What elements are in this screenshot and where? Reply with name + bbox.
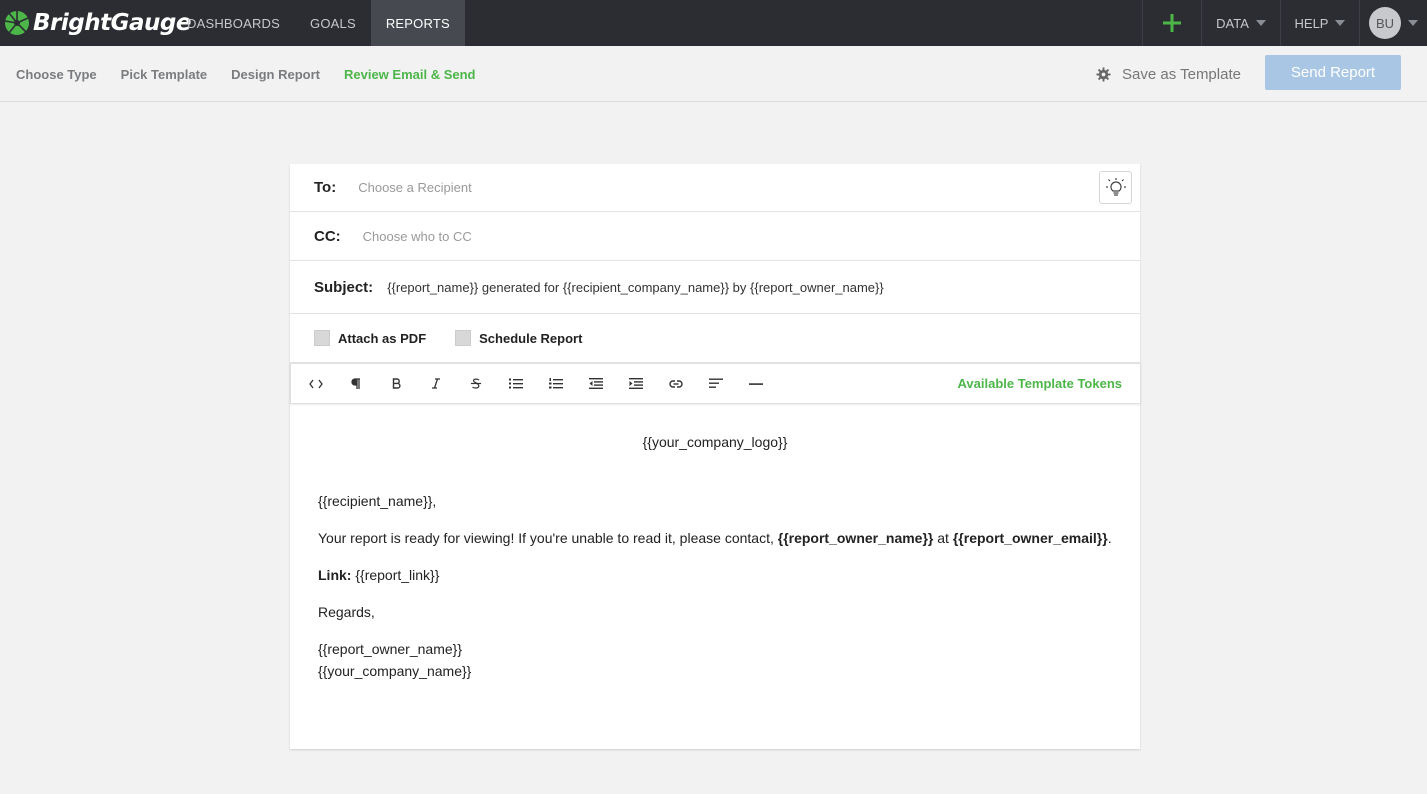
gauge-logo-icon <box>4 11 29 35</box>
gear-icon <box>1096 66 1111 82</box>
cc-label: CC: <box>314 227 341 245</box>
data-menu-label: DATA <box>1216 15 1249 31</box>
brand-name: BrightGauge <box>33 10 191 36</box>
to-row: To: Choose a Recipient <box>290 164 1140 212</box>
regards-line: Regards, <box>318 604 375 620</box>
save-as-template-label: Save as Template <box>1122 65 1241 83</box>
bold-icon <box>392 378 401 389</box>
strikethrough-icon <box>471 378 481 389</box>
signature-owner-name: {{report_owner_name}} <box>318 641 462 657</box>
schedule-report-label: Schedule Report <box>479 330 583 346</box>
body-period: . <box>1107 530 1112 546</box>
step-choose-type[interactable]: Choose Type <box>16 67 97 82</box>
attach-pdf-checkbox[interactable]: Attach as PDF <box>314 330 426 346</box>
help-menu-label: HELP <box>1294 15 1329 31</box>
wizard-steps: Choose Type Pick Template Design Report … <box>16 46 499 102</box>
greeting-line: {{recipient_name}}, <box>318 493 437 509</box>
tips-button[interactable] <box>1099 171 1132 204</box>
wizard-steps-bar: Choose Type Pick Template Design Report … <box>0 46 1427 102</box>
cc-row: CC: Choose who to CC <box>290 212 1140 261</box>
chevron-down-icon <box>1255 20 1266 26</box>
email-composer: To: Choose a Recipient CC: Choose who to… <box>290 164 1141 749</box>
editor-toolbar: Available Template Tokens <box>290 363 1141 404</box>
to-label: To: <box>314 179 337 196</box>
step-design-report[interactable]: Design Report <box>231 67 320 82</box>
save-as-template-button[interactable]: Save as Template <box>1096 63 1241 85</box>
subject-input[interactable]: {{report_name}} generated for {{recipien… <box>387 280 884 295</box>
outdent-button[interactable] <box>576 364 616 404</box>
link-icon <box>669 379 683 388</box>
top-navbar: BrightGauge DASHBOARDS GOALS REPORTS DAT… <box>0 0 1427 46</box>
brand-logo[interactable]: BrightGauge <box>4 8 191 38</box>
checkbox-box[interactable] <box>314 330 330 346</box>
numbered-list-button[interactable] <box>536 364 576 404</box>
body-text: Your report is ready for viewing! If you… <box>318 530 778 546</box>
body-at-text: at <box>933 530 953 546</box>
strikethrough-button[interactable] <box>456 364 496 404</box>
to-input[interactable]: Choose a Recipient <box>358 180 471 195</box>
align-left-icon <box>709 378 723 388</box>
italic-icon <box>432 378 440 389</box>
bullet-list-icon <box>509 378 523 389</box>
attach-pdf-label: Attach as PDF <box>338 330 427 346</box>
link-button[interactable] <box>656 364 696 404</box>
horizontal-rule-button[interactable] <box>736 364 776 404</box>
italic-button[interactable] <box>416 364 456 404</box>
available-template-tokens-link[interactable]: Available Template Tokens <box>958 376 1122 391</box>
signature-company-name: {{your_company_name}} <box>318 663 472 679</box>
schedule-report-checkbox[interactable]: Schedule Report <box>455 330 582 346</box>
indent-icon <box>629 378 643 389</box>
plus-icon <box>1163 14 1181 32</box>
indent-button[interactable] <box>616 364 656 404</box>
align-left-button[interactable] <box>696 364 736 404</box>
avatar: BU <box>1369 7 1401 39</box>
options-row: Attach as PDF Schedule Report <box>290 314 1140 363</box>
step-pick-template[interactable]: Pick Template <box>121 67 207 82</box>
code-icon <box>309 379 323 388</box>
help-menu[interactable]: HELP <box>1280 0 1359 46</box>
body-paragraph: Your report is ready for viewing! If you… <box>318 530 1112 546</box>
numbered-list-icon <box>549 378 563 389</box>
bold-button[interactable] <box>376 364 416 404</box>
user-menu[interactable]: BU <box>1359 0 1427 46</box>
company-logo-token: {{your_company_logo}} <box>642 434 788 450</box>
main-nav: DASHBOARDS GOALS REPORTS <box>172 0 465 46</box>
nav-goals[interactable]: GOALS <box>295 0 371 46</box>
data-menu[interactable]: DATA <box>1201 0 1280 46</box>
nav-reports[interactable]: REPORTS <box>370 0 465 46</box>
paragraph-button[interactable] <box>336 364 376 404</box>
lightbulb-icon <box>1105 177 1126 196</box>
nav-dashboards[interactable]: DASHBOARDS <box>172 0 295 46</box>
checkbox-box[interactable] <box>455 330 472 346</box>
step-review-email-send[interactable]: Review Email & Send <box>344 67 476 82</box>
report-link-token: {{report_link}} <box>351 567 440 583</box>
subject-row: Subject: {{report_name}} generated for {… <box>290 261 1140 314</box>
cc-input[interactable]: Choose who to CC <box>363 229 472 244</box>
chevron-down-icon <box>1408 20 1418 26</box>
send-report-button[interactable]: Send Report <box>1265 55 1401 90</box>
link-line: Link: {{report_link}} <box>318 567 439 583</box>
owner-email-token: {{report_owner_email}} <box>952 530 1108 546</box>
right-nav: DATA HELP BU <box>1142 0 1427 46</box>
horizontal-rule-icon <box>749 382 763 385</box>
code-view-button[interactable] <box>296 364 336 404</box>
chevron-down-icon <box>1335 20 1346 26</box>
link-label: Link: <box>318 567 352 583</box>
owner-name-token: {{report_owner_name}} <box>777 530 934 546</box>
bullet-list-button[interactable] <box>496 364 536 404</box>
subject-label: Subject: <box>314 278 374 296</box>
paragraph-icon <box>351 377 360 389</box>
outdent-icon <box>589 378 603 389</box>
add-button[interactable] <box>1142 0 1201 46</box>
